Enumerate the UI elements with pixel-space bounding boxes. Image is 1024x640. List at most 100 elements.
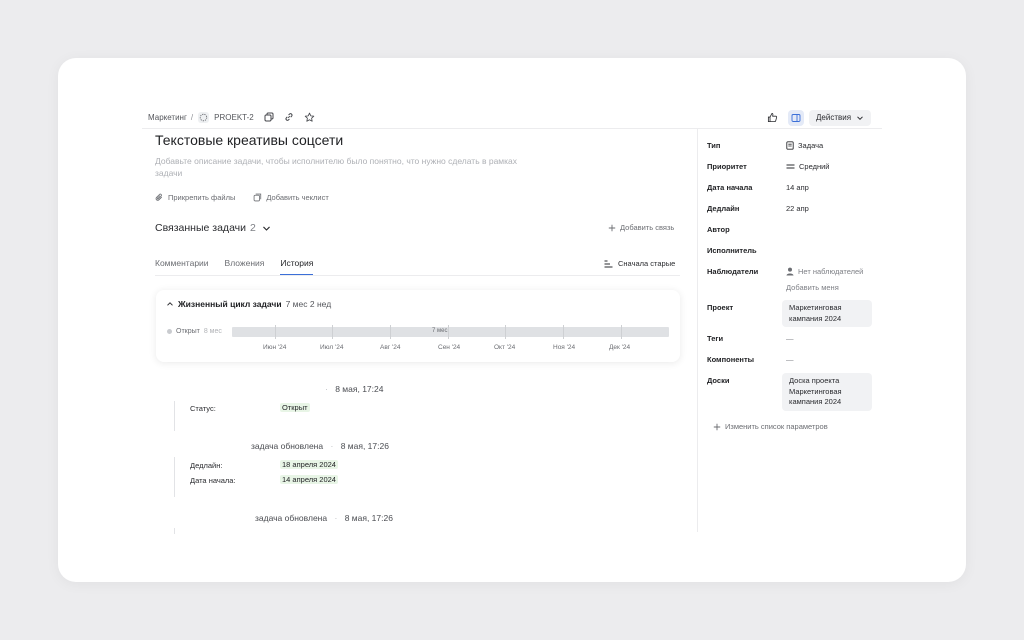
param-watchers-text: Нет наблюдателей <box>798 267 864 276</box>
top-actions: Действия <box>764 109 872 126</box>
breadcrumb: Маркетинг / PROEKT-2 <box>148 110 315 124</box>
sort-order-label: Сначала старые <box>618 259 676 268</box>
timeline-tick <box>332 325 333 339</box>
column-divider <box>697 128 698 532</box>
copy-icon[interactable] <box>264 112 274 122</box>
param-watchers-value[interactable]: Нет наблюдателей <box>786 267 863 276</box>
param-components-value[interactable]: — <box>786 355 794 364</box>
timeline-bar-label: 7 мес <box>432 328 448 334</box>
lifecycle-header[interactable]: Жизненный цикл задачи 7 мес 2 нед <box>166 299 331 309</box>
thumbs-up-icon[interactable] <box>764 110 780 126</box>
related-tasks-label: Связанные задачи <box>155 222 247 234</box>
lifecycle-state: Открыт 8 мес <box>167 328 222 335</box>
state-dot <box>167 329 172 334</box>
history-entry-rail <box>174 528 175 534</box>
sort-order-button[interactable]: Сначала старые <box>604 259 675 268</box>
task-key[interactable]: PROEKT-2 <box>214 113 254 122</box>
timeline-month-label: Июл '24 <box>320 344 344 351</box>
history-field-key: Дедлайн: <box>190 461 223 470</box>
lifecycle-timeline-bar: 7 мес <box>232 325 669 339</box>
header-divider <box>142 128 882 129</box>
add-checklist-button[interactable]: Добавить чеклист <box>253 193 329 202</box>
history-entry-time: 8 мая, 17:24 <box>335 384 384 394</box>
timeline-tick <box>448 325 449 339</box>
history-separator: · <box>325 384 328 394</box>
task-status-icon <box>198 111 210 123</box>
history-field-key: Статус: <box>190 404 216 413</box>
timeline-month-label: Дек '24 <box>609 344 631 351</box>
param-tags-label: Теги <box>707 334 724 343</box>
chevron-down-icon <box>856 114 864 122</box>
breadcrumb-project-link[interactable]: Маркетинг <box>148 113 187 122</box>
history-entry-rail <box>174 457 175 497</box>
tab-attachments[interactable]: Вложения <box>225 258 265 275</box>
param-boards-label: Доски <box>707 376 730 385</box>
chevron-down-icon <box>262 224 271 233</box>
history-field-value: 14 апреля 2024 <box>280 475 338 484</box>
history-entry-time: 8 мая, 17:26 <box>340 441 389 451</box>
history-entry-title: задача обновлена <box>251 441 324 451</box>
param-deadline-value[interactable]: 22 апр <box>786 204 809 213</box>
param-project-chip[interactable]: Маркетинговая кампания 2024 <box>782 300 872 327</box>
tabs-divider <box>155 275 680 276</box>
related-tasks-count: 2 <box>250 222 256 234</box>
tab-comments[interactable]: Комментарии <box>155 258 209 275</box>
param-project-label: Проект <box>707 303 734 312</box>
history-entry-header: задача обновлена · 8 мая, 17:26 <box>251 441 389 451</box>
timeline-month-label: Ноя '24 <box>553 344 576 351</box>
param-boards-chip[interactable]: Доска проекта Маркетинговая кампания 202… <box>782 373 872 411</box>
star-icon[interactable] <box>304 112 315 123</box>
param-components-label: Компоненты <box>707 355 755 364</box>
actions-button-label: Действия <box>816 113 852 122</box>
side-panel-toggle-icon[interactable] <box>788 109 804 126</box>
history-entry-header: · 8 мая, 17:24 <box>320 384 383 394</box>
timeline-tick <box>621 325 622 339</box>
plus-icon <box>608 224 616 232</box>
param-priority-text: Средний <box>799 162 830 171</box>
lifecycle-state-name: Открыт <box>176 328 200 335</box>
timeline-tick <box>505 325 506 339</box>
priority-medium-icon <box>786 163 795 170</box>
lifecycle-card: Жизненный цикл задачи 7 мес 2 нед Открыт… <box>156 290 680 362</box>
timeline-tick <box>563 325 564 339</box>
param-deadline-label: Дедлайн <box>707 204 740 213</box>
timeline-tick <box>275 325 276 339</box>
param-assignee-label: Исполнитель <box>707 246 757 255</box>
chevron-up-icon <box>166 300 174 308</box>
history-field-value: 18 апреля 2024 <box>280 460 338 469</box>
task-type-icon <box>786 141 794 150</box>
history-entry-rail <box>174 401 175 431</box>
task-page-card: Маркетинг / PROEKT-2 Действия Текстовые … <box>58 58 966 582</box>
param-type-text: Задача <box>798 141 824 150</box>
change-params-label: Изменить список параметров <box>725 422 828 431</box>
history-entry-title: задача обновлена <box>255 513 328 523</box>
link-icon[interactable] <box>284 112 294 122</box>
param-watchers-label: Наблюдатели <box>707 267 759 276</box>
param-priority-value[interactable]: Средний <box>786 162 830 171</box>
history-separator: · <box>334 513 338 523</box>
param-type-value[interactable]: Задача <box>786 141 823 150</box>
param-type-label: Тип <box>707 141 721 150</box>
param-tags-value[interactable]: — <box>786 334 794 343</box>
history-separator: · <box>330 441 334 451</box>
related-tasks-toggle[interactable]: Связанные задачи 2 <box>155 222 271 234</box>
tab-history[interactable]: История <box>280 258 314 275</box>
timeline-month-label: Июн '24 <box>263 344 287 351</box>
param-start-date-label: Дата начала <box>707 183 753 192</box>
change-params-button[interactable]: Изменить список параметров <box>713 422 828 431</box>
lifecycle-state-duration: 8 мес <box>203 328 222 335</box>
description-placeholder[interactable]: Добавьте описание задачи, чтобы исполнит… <box>155 156 535 179</box>
history-field-value: Открыт <box>280 403 310 412</box>
timeline-month-label: Авг '24 <box>380 344 401 351</box>
breadcrumb-separator: / <box>190 112 194 122</box>
page-title[interactable]: Текстовые креативы соцсети <box>155 132 343 148</box>
add-link-button[interactable]: Добавить связь <box>608 223 674 232</box>
history-entry-header: задача обновлена · 8 мая, 17:26 <box>255 513 393 523</box>
actions-button[interactable]: Действия <box>809 109 872 126</box>
param-start-date-value[interactable]: 14 апр <box>786 183 809 192</box>
param-author-label: Автор <box>707 225 730 234</box>
timeline-month-label: Окт '24 <box>494 344 516 351</box>
attach-files-button[interactable]: Прикрепить файлы <box>155 193 235 202</box>
add-checklist-label: Добавить чеклист <box>266 193 329 202</box>
add-me-link[interactable]: Добавить меня <box>786 283 839 292</box>
